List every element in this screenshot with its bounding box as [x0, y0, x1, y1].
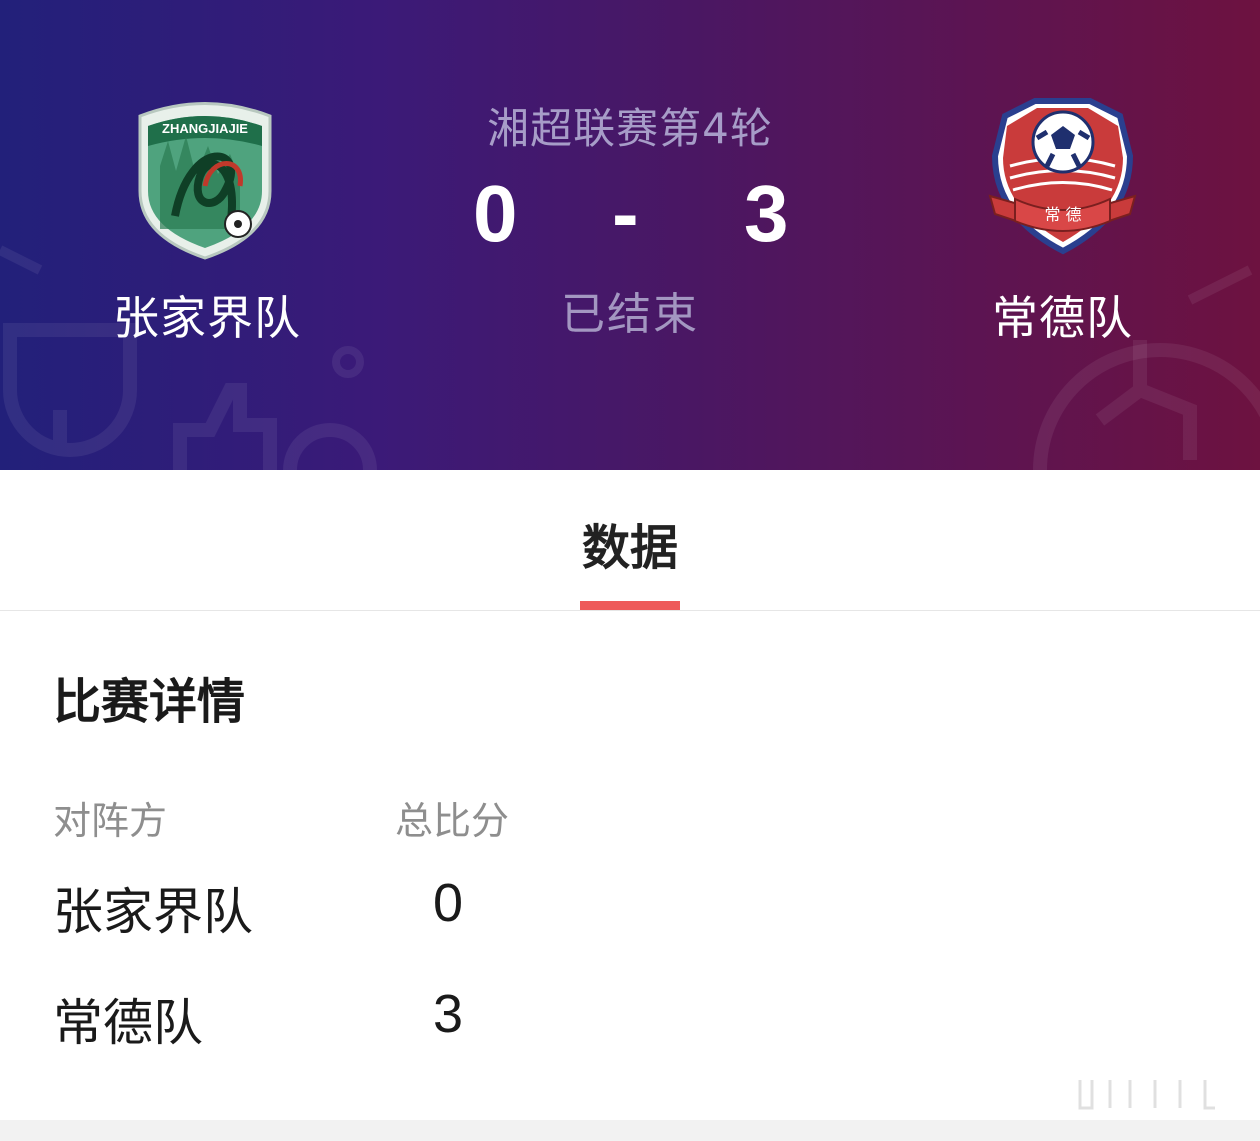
away-score: 3 — [744, 169, 789, 258]
score-separator: - — [612, 169, 639, 258]
watermark-icon — [1078, 1080, 1215, 1110]
tab-data[interactable]: 数据 — [530, 508, 730, 610]
tab-data-label: 数据 — [581, 520, 678, 576]
column-header-team: 对阵方 — [53, 799, 168, 843]
row-team-name: 常德队 — [53, 994, 203, 1052]
tab-active-indicator — [580, 601, 680, 610]
trophy-icon — [2, 323, 137, 457]
match-round: 湘超联赛第4轮 — [487, 104, 773, 153]
column-header-total: 总比分 — [395, 799, 510, 843]
row-total-score: 3 — [433, 984, 464, 1044]
crest-text: 常 德 — [1044, 205, 1081, 224]
home-score: 0 — [473, 169, 518, 258]
thumbs-up-icon — [173, 383, 277, 470]
soccer-ball-outline-icon — [1033, 343, 1260, 470]
row-total-score: 0 — [433, 873, 464, 933]
section-title: 比赛详情 — [53, 674, 246, 730]
away-team-name: 常德队 — [992, 291, 1133, 345]
tab-bar: 数据 — [0, 470, 1260, 611]
ring-icon — [332, 346, 364, 378]
match-header: ZHANGJIAJIE 常 德 张家界队 湘超联赛第4轮 0 - 3 已结束 常… — [0, 0, 1260, 470]
target-icon — [283, 423, 377, 470]
bottom-strip — [0, 1120, 1260, 1141]
row-team-name: 张家界队 — [53, 883, 253, 941]
